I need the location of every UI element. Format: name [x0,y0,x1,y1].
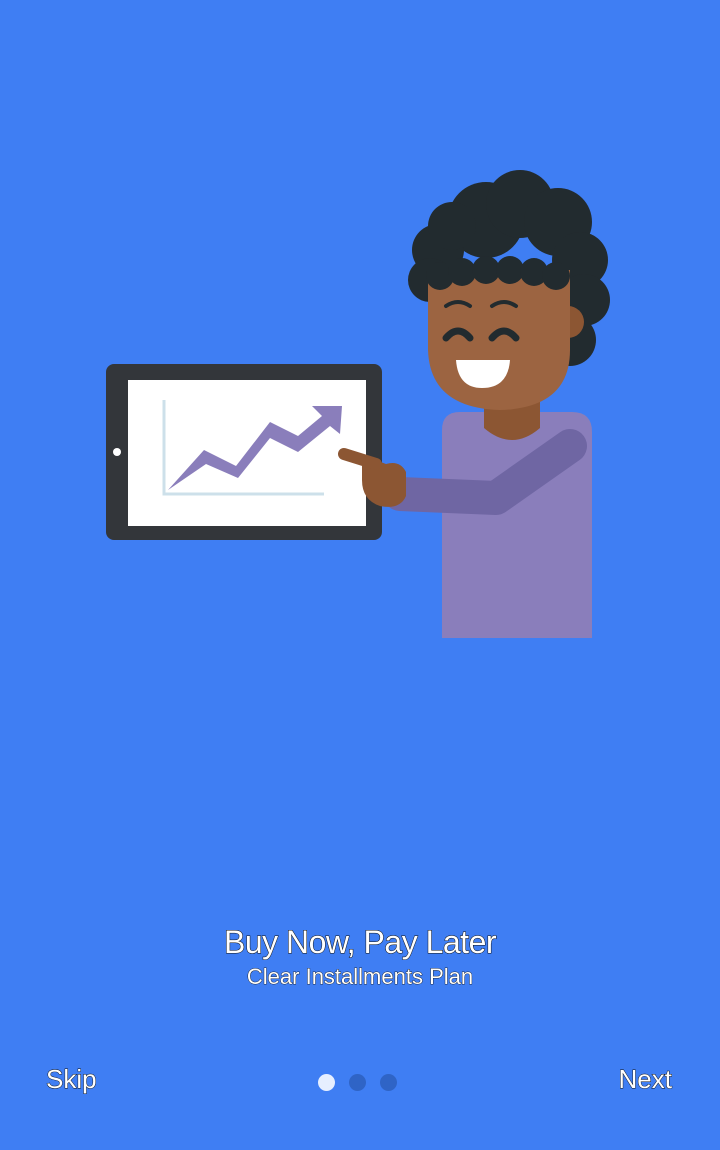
page-indicator [318,1074,397,1091]
page-dot-3[interactable] [380,1074,397,1091]
page-dot-2[interactable] [349,1074,366,1091]
person-with-tablet-growth-chart-icon [106,170,610,638]
onboarding-subtitle: Clear Installments Plan [246,964,474,990]
onboarding-title: Buy Now, Pay Later [223,924,497,961]
onboarding-text: Buy Now, Pay Later Clear Installments Pl… [0,920,720,990]
page-dot-1[interactable] [318,1074,335,1091]
next-button[interactable]: Next [618,1064,672,1095]
skip-button[interactable]: Skip [46,1064,97,1095]
onboarding-screen: Buy Now, Pay Later Clear Installments Pl… [0,0,720,1150]
